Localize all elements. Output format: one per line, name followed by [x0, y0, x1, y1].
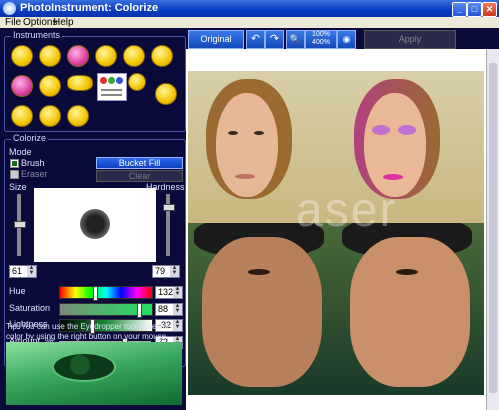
hue-spin-icon[interactable]: ▲ ▼: [173, 286, 182, 298]
tool-teeth-icon[interactable]: [123, 45, 145, 67]
instruments-title: Instruments: [11, 30, 63, 40]
eye-preview-image: [6, 342, 182, 405]
hardness-slider[interactable]: [163, 194, 175, 256]
saturation-label: Saturation: [9, 303, 51, 313]
vertical-scrollbar[interactable]: [486, 49, 499, 410]
size-value-box[interactable]: 61 ▲ ▼: [9, 265, 37, 278]
brush-preview: [34, 188, 156, 262]
zoom-400-label: 400%: [312, 39, 330, 46]
app-icon: [3, 2, 16, 15]
tool-wrinkle-icon[interactable]: [39, 45, 61, 67]
redo-icon[interactable]: ↷: [265, 30, 284, 49]
original-button[interactable]: Original: [188, 30, 244, 49]
brush-checkbox[interactable]: [10, 159, 19, 168]
eraser-label: Eraser: [21, 169, 48, 179]
menu-file[interactable]: File: [5, 17, 21, 28]
tool-smile-icon[interactable]: [11, 45, 33, 67]
apply-button[interactable]: Apply: [364, 30, 456, 49]
hue-slider[interactable]: [59, 286, 153, 301]
menu-help[interactable]: Help: [53, 17, 74, 28]
clear-button[interactable]: Clear: [96, 170, 183, 182]
hardness-value-box[interactable]: 79 ▲ ▼: [152, 265, 180, 278]
bucket-fill-button[interactable]: Bucket Fill: [96, 157, 183, 169]
image-viewer: aser: [186, 49, 499, 410]
close-button[interactable]: ✕: [482, 2, 497, 17]
hue-value-box[interactable]: 132 ▲ ▼: [155, 286, 183, 299]
left-panel: Instruments Colorize Mode Brush Eraser B…: [2, 29, 186, 407]
tool-glasses-icon[interactable]: [67, 75, 93, 91]
title-bar: PhotoInstrument: Colorize _ □ ✕: [0, 0, 499, 17]
size-slider[interactable]: [14, 194, 26, 256]
saturation-slider[interactable]: [59, 303, 153, 318]
hue-label: Hue: [9, 286, 26, 296]
minimize-button[interactable]: _: [452, 2, 467, 17]
saturation-value: 88: [158, 304, 169, 314]
eraser-checkbox[interactable]: [10, 170, 19, 179]
zoom-icon[interactable]: 🔍: [286, 30, 305, 49]
undo-icon[interactable]: ↶: [246, 30, 265, 49]
tool-colorize-icon[interactable]: [97, 73, 127, 101]
mode-label: Mode: [9, 147, 32, 157]
hardness-spin-icon[interactable]: ▲ ▼: [170, 265, 179, 277]
tool-hair-icon[interactable]: [151, 45, 173, 67]
hardness-value: 79: [155, 266, 166, 276]
scrollbar-thumb[interactable]: [489, 63, 497, 393]
size-label: Size: [9, 182, 27, 192]
window-title: PhotoInstrument: Colorize: [20, 2, 159, 14]
zoom-100-label: 100%: [312, 31, 330, 38]
size-spin-icon[interactable]: ▲ ▼: [27, 265, 36, 277]
colorize-title: Colorize: [11, 133, 49, 143]
tool-makeup-icon[interactable]: [67, 45, 89, 67]
tool-lips-icon[interactable]: [11, 75, 33, 97]
size-value: 61: [12, 266, 23, 276]
zoom-level-button[interactable]: 100% 400%: [305, 30, 337, 49]
tool-moles-icon[interactable]: [95, 45, 117, 67]
brush-label: Brush: [21, 158, 45, 168]
tool-skin-icon[interactable]: [155, 83, 177, 105]
tool-blemish-icon[interactable]: [128, 73, 146, 91]
watermark-text: aser: [296, 184, 398, 237]
tool-angel-icon[interactable]: [67, 105, 89, 127]
menu-bar: File Options Help: [0, 17, 499, 28]
tool-red-eye-icon[interactable]: [11, 105, 33, 127]
hue-thumb[interactable]: [93, 286, 98, 301]
saturation-value-box[interactable]: 88 ▲ ▼: [155, 303, 183, 316]
hue-value: 132: [158, 287, 174, 297]
tip-text: Tip: You can use the Eyedropper tool to …: [6, 322, 169, 341]
toolbar: Original ↶ ↷ 🔍 100% 400% ◉ Apply: [186, 29, 499, 49]
saturation-spin-icon[interactable]: ▲ ▼: [173, 303, 182, 315]
tool-eyes-icon[interactable]: [39, 75, 61, 97]
maximize-button[interactable]: □: [467, 2, 482, 17]
photo-retouched-man: [336, 223, 484, 395]
tool-lighten-icon[interactable]: [39, 105, 61, 127]
saturation-thumb[interactable]: [137, 303, 142, 318]
fit-icon[interactable]: ◉: [337, 30, 356, 49]
photo-original-man: [188, 223, 336, 395]
photo-comparison: aser: [188, 71, 484, 395]
instruments-group: Instruments: [4, 30, 186, 132]
